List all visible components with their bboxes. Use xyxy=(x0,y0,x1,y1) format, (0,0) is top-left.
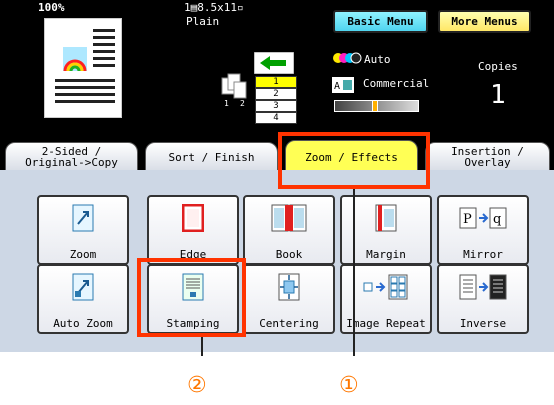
inverse-icon xyxy=(459,274,507,300)
margin-label: Margin xyxy=(366,248,406,261)
copy-preview: 100% xyxy=(0,0,150,130)
svg-text:P: P xyxy=(463,212,472,227)
feature-panel: Zoom Edge Book Margin P q Mirror Auto Zo… xyxy=(0,170,554,352)
svg-text:A: A xyxy=(334,81,340,92)
auto-zoom-button[interactable]: Auto Zoom xyxy=(37,264,129,334)
tab-label-line2: Overlay xyxy=(464,156,511,169)
edge-button[interactable]: Edge xyxy=(147,195,239,265)
copies-count: 1 xyxy=(490,80,506,110)
tab-sort-finish[interactable]: Sort / Finish xyxy=(145,142,278,172)
preview-page xyxy=(44,18,122,118)
image-repeat-icon xyxy=(363,274,408,300)
status-panel: 100% 1▤8.5x11▫ Plain 1 2 1 2 3 4 Basic M… xyxy=(0,0,554,130)
rainbow-icon xyxy=(63,47,87,71)
tab-strip: 2-Sided / Original->Copy Sort / Finish Z… xyxy=(0,130,554,174)
copies-label: Copies xyxy=(478,60,518,73)
book-icon xyxy=(271,204,307,232)
tab-label: Sort / Finish xyxy=(168,150,255,164)
paper-info: 1▤8.5x11▫ Plain 1 2 1 2 3 4 xyxy=(150,0,315,130)
book-button[interactable]: Book xyxy=(243,195,335,265)
margin-icon xyxy=(375,204,397,232)
centering-icon xyxy=(278,273,300,301)
tray-4: 4 xyxy=(255,112,297,124)
paper-type: Plain xyxy=(186,15,220,28)
zoom-ratio: 100% xyxy=(38,1,65,14)
auto-zoom-label: Auto Zoom xyxy=(53,317,113,330)
stamping-highlight-box xyxy=(137,258,246,337)
centering-label: Centering xyxy=(259,317,319,330)
mirror-button[interactable]: P q Mirror xyxy=(437,195,529,265)
mirror-label: Mirror xyxy=(463,248,503,261)
tray-3: 3 xyxy=(255,100,297,112)
inverse-button[interactable]: Inverse xyxy=(437,264,529,334)
color-mode-icon xyxy=(333,52,362,64)
callout-line-1 xyxy=(353,189,355,356)
image-repeat-label: Image Repeat xyxy=(346,317,426,330)
basic-menu-button[interactable]: Basic Menu xyxy=(333,10,428,33)
arrow-left-icon xyxy=(254,52,294,74)
book-label: Book xyxy=(275,248,303,261)
image-quality-value: Commercial xyxy=(363,77,430,90)
copy-settings-status: Auto Copies A Commercial 1 xyxy=(320,45,550,125)
image-quality-icon: A xyxy=(332,77,354,93)
mirror-icon: P q xyxy=(459,207,507,229)
color-mode-value: Auto xyxy=(364,53,391,66)
tray-diagram: 1 2 1 2 3 4 xyxy=(218,38,318,128)
callout-number-1: ① xyxy=(339,373,359,398)
tab-label-line2: Original->Copy xyxy=(25,156,118,169)
more-menus-button[interactable]: More Menus xyxy=(438,10,531,33)
zoom-icon xyxy=(72,204,94,232)
tab-2-sided[interactable]: 2-Sided / Original->Copy xyxy=(5,142,138,172)
callout-number-2: ② xyxy=(187,373,207,398)
svg-text:2: 2 xyxy=(240,99,245,108)
svg-text:1: 1 xyxy=(224,99,229,108)
zoom-label: Zoom xyxy=(69,248,97,261)
paper-size: 1▤8.5x11▫ xyxy=(184,1,244,14)
svg-text:q: q xyxy=(493,212,501,227)
sorter-icon: 1 2 xyxy=(221,73,247,108)
density-indicator xyxy=(372,100,378,112)
tab-highlight-box xyxy=(278,132,430,189)
tray-2: 2 xyxy=(255,88,297,100)
auto-zoom-icon xyxy=(72,273,94,301)
edge-icon xyxy=(182,204,204,232)
tray-1: 1 xyxy=(255,76,297,88)
zoom-button[interactable]: Zoom xyxy=(37,195,129,265)
inverse-label: Inverse xyxy=(459,317,507,330)
callout-line-2 xyxy=(201,337,203,356)
tab-insertion-overlay[interactable]: Insertion / Overlay xyxy=(425,142,550,172)
centering-button[interactable]: Centering xyxy=(243,264,335,334)
